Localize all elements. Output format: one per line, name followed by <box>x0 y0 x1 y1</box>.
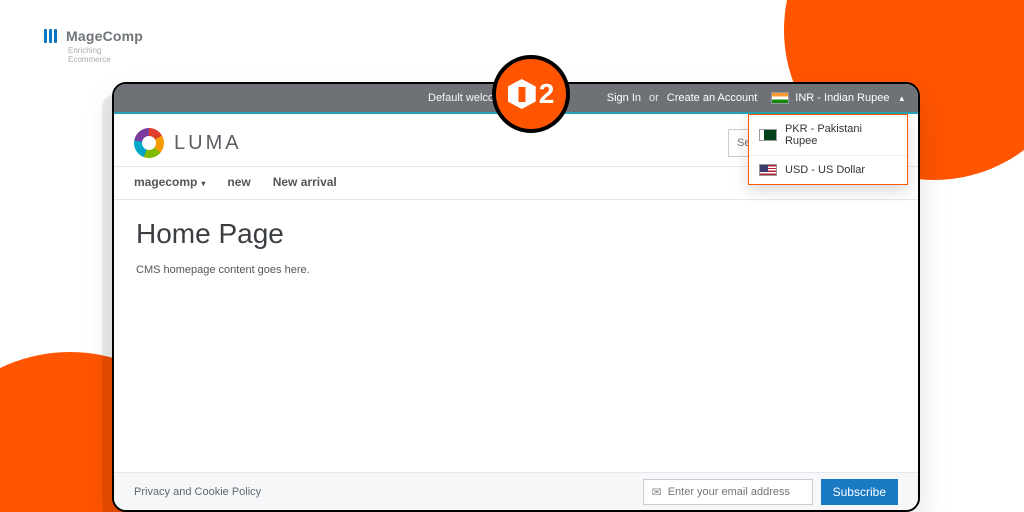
page-body: Home Page CMS homepage content goes here… <box>114 200 918 294</box>
nav-label: new <box>227 175 250 189</box>
newsletter-input[interactable] <box>668 486 804 498</box>
privacy-policy-link[interactable]: Privacy and Cookie Policy <box>134 486 261 498</box>
cms-content: CMS homepage content goes here. <box>136 264 896 276</box>
envelope-icon: ✉ <box>652 485 662 499</box>
magecomp-logo: MageComp Enriching Ecommerce <box>44 28 143 44</box>
newsletter-form: ✉ Subscribe <box>643 479 898 505</box>
nav-item-new[interactable]: new <box>227 175 250 189</box>
luma-logo-text: LUMA <box>174 132 242 155</box>
magecomp-name: MageComp <box>66 28 143 44</box>
magento2-badge: 2 <box>492 55 570 133</box>
nav-item-magecomp[interactable]: magecomp ▾ <box>134 175 205 189</box>
luma-logo-icon <box>134 128 164 158</box>
currency-selected-label: INR - Indian Rupee <box>795 92 889 104</box>
chevron-down-icon: ▾ <box>201 179 205 188</box>
currency-option-label: PKR - Pakistani Rupee <box>785 123 897 147</box>
nav-label: magecomp <box>134 175 197 189</box>
topbar-or: or <box>649 92 659 104</box>
subscribe-button[interactable]: Subscribe <box>821 479 898 505</box>
page-title: Home Page <box>136 218 896 250</box>
sign-in-link[interactable]: Sign In <box>607 92 641 104</box>
currency-dropdown: PKR - Pakistani Rupee USD - US Dollar <box>748 114 908 185</box>
currency-option-usd[interactable]: USD - US Dollar <box>749 155 907 184</box>
magento-icon <box>508 79 536 109</box>
badge-number: 2 <box>539 78 555 110</box>
chevron-up-icon: ▴ <box>899 93 904 104</box>
currency-option-label: USD - US Dollar <box>785 164 865 176</box>
currency-option-pkr[interactable]: PKR - Pakistani Rupee <box>749 115 907 155</box>
nav-label: New arrival <box>273 175 337 189</box>
browser-window: Default welcome msg! Sign In or Create a… <box>112 82 920 512</box>
create-account-link[interactable]: Create an Account <box>667 92 758 104</box>
magecomp-icon <box>44 28 60 44</box>
newsletter-input-wrap[interactable]: ✉ <box>643 479 813 505</box>
nav-item-new-arrival[interactable]: New arrival <box>273 175 337 189</box>
currency-selector[interactable]: INR - Indian Rupee ▴ <box>771 92 904 104</box>
flag-in-icon <box>771 92 789 104</box>
flag-us-icon <box>759 164 777 176</box>
footer: Privacy and Cookie Policy ✉ Subscribe <box>114 472 918 510</box>
flag-pk-icon <box>759 129 777 141</box>
magecomp-tagline: Enriching Ecommerce <box>68 46 143 64</box>
